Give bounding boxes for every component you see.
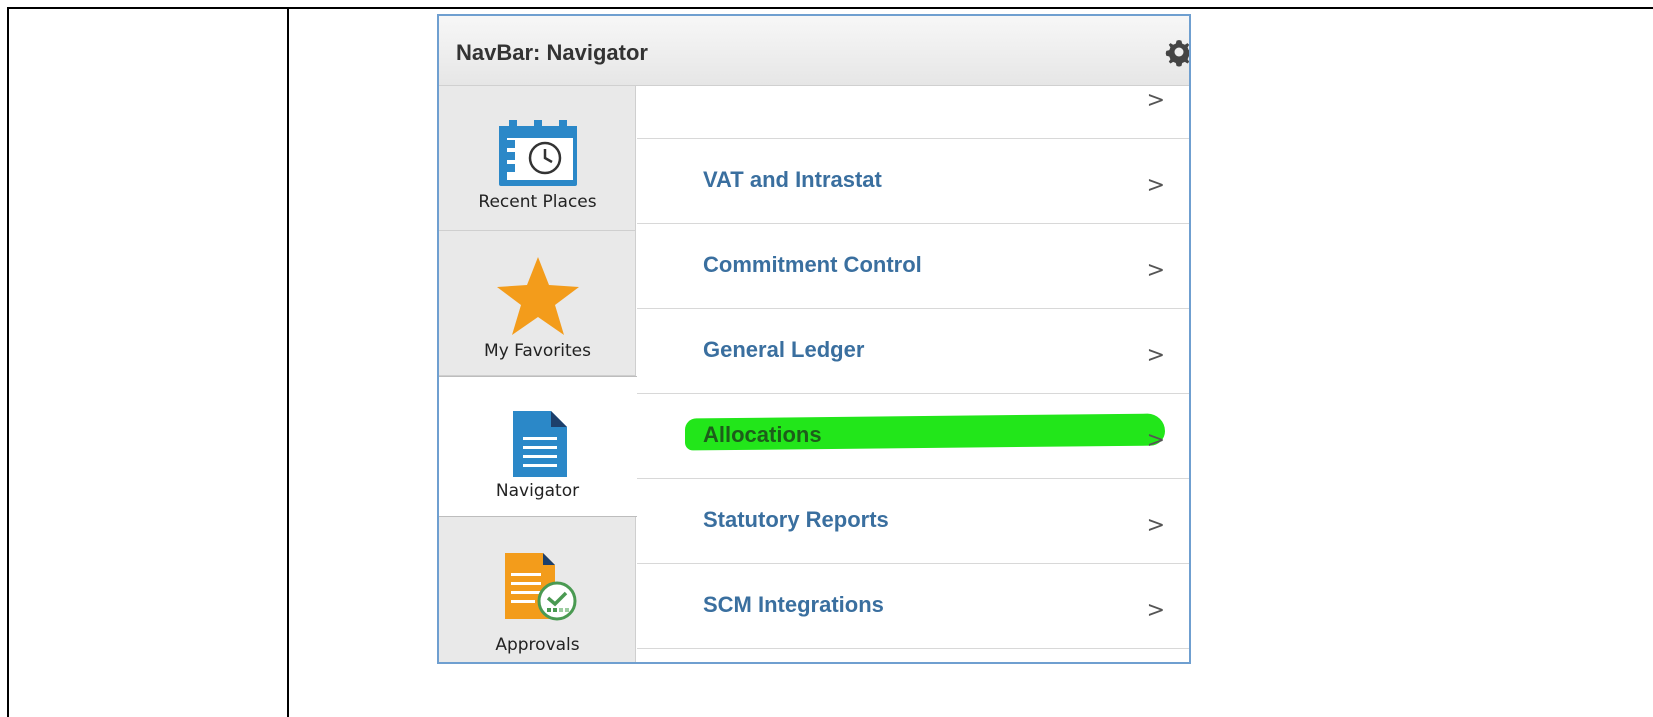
tab-navigator[interactable]: Navigator bbox=[439, 376, 637, 517]
table-column-divider bbox=[287, 7, 289, 717]
chevron-right-icon: > bbox=[1146, 173, 1165, 198]
chevron-right-icon: > bbox=[1146, 88, 1165, 113]
chevron-right-icon: > bbox=[1146, 428, 1165, 453]
navbar-title: NavBar: Navigator bbox=[456, 40, 648, 65]
tab-my-favorites[interactable]: My Favorites bbox=[439, 231, 636, 376]
tab-approvals[interactable]: Approvals bbox=[439, 517, 636, 662]
menu-item-label: Statutory Reports bbox=[703, 507, 889, 532]
list-item-partial bbox=[637, 648, 1189, 662]
star-icon bbox=[497, 257, 579, 335]
chevron-right-icon: > bbox=[1146, 598, 1165, 623]
menu-item-label: SCM Integrations bbox=[703, 592, 884, 617]
chevron-right-icon: > bbox=[1146, 258, 1165, 283]
menu-item-general-ledger[interactable]: General Ledger > bbox=[637, 308, 1189, 393]
gear-icon[interactable] bbox=[1163, 36, 1191, 68]
navbar-header: NavBar: Navigator bbox=[439, 16, 1189, 86]
calendar-clock-icon bbox=[499, 120, 577, 186]
menu-item-scm-integrations[interactable]: SCM Integrations > bbox=[637, 563, 1189, 648]
tab-recent-places[interactable]: Recent Places bbox=[439, 86, 636, 231]
menu-item-vat-and-intrastat[interactable]: VAT and Intrastat > bbox=[637, 138, 1189, 223]
navigator-menu-list: > VAT and Intrastat > Commitment Control… bbox=[637, 86, 1189, 662]
table-border-left bbox=[7, 7, 9, 717]
approvals-icon bbox=[505, 553, 577, 621]
chevron-right-icon: > bbox=[1146, 343, 1165, 368]
menu-item-statutory-reports[interactable]: Statutory Reports > bbox=[637, 478, 1189, 563]
tab-label-my-favorites: My Favorites bbox=[484, 341, 591, 361]
tab-label-approvals: Approvals bbox=[495, 635, 580, 655]
tab-label-recent-places: Recent Places bbox=[478, 192, 597, 212]
tab-label-navigator: Navigator bbox=[495, 481, 580, 501]
navbar-panel: NavBar: Navigator Recent Places My Favor… bbox=[437, 14, 1191, 664]
menu-item-commitment-control[interactable]: Commitment Control > bbox=[637, 223, 1189, 308]
menu-item-label: VAT and Intrastat bbox=[703, 167, 882, 192]
menu-item-label: Commitment Control bbox=[703, 252, 922, 277]
chevron-right-icon: > bbox=[1146, 513, 1165, 538]
menu-item-label: General Ledger bbox=[703, 337, 865, 362]
table-border-top bbox=[7, 7, 1653, 9]
document-icon bbox=[513, 411, 567, 477]
navbar-tab-column: Recent Places My Favorites Navigator App… bbox=[439, 86, 637, 662]
menu-item-label: Allocations bbox=[703, 422, 822, 447]
menu-item-allocations[interactable]: Allocations > bbox=[637, 393, 1189, 478]
list-item-partial[interactable]: > bbox=[637, 86, 1189, 138]
